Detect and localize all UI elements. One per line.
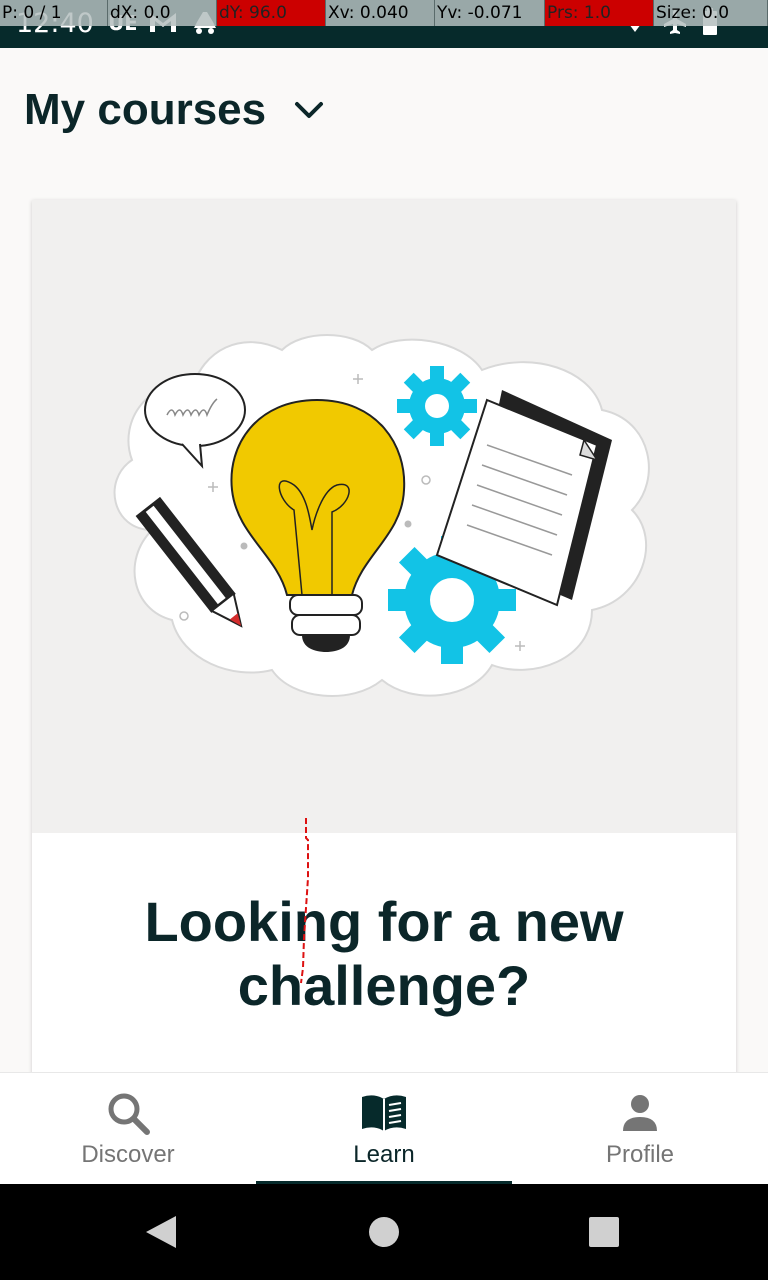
course-suggestion-card[interactable]: Looking for a new challenge? (32, 200, 736, 1080)
lightbulb-illustration (113, 334, 650, 697)
home-icon[interactable] (368, 1184, 400, 1280)
nav-profile[interactable]: Profile (512, 1073, 768, 1185)
status-bar: 12:40 UE P: 0 / 1 dX: 0.0 dY: 96.0 Xv: 0… (0, 0, 768, 48)
touch-trace (300, 818, 309, 984)
debug-size: Size: 0.0 (654, 0, 768, 26)
recents-icon[interactable] (588, 1184, 620, 1280)
bottom-navigation: Discover Learn Profile (0, 1072, 768, 1185)
back-icon[interactable] (144, 1184, 178, 1280)
pointer-debug-overlay: P: 0 / 1 dX: 0.0 dY: 96.0 Xv: 0.040 Yv: … (0, 0, 768, 26)
chevron-down-icon[interactable] (294, 101, 324, 125)
system-navigation-bar (0, 1184, 768, 1280)
debug-pointer-count: P: 0 / 1 (0, 0, 108, 26)
debug-yv: Yv: -0.071 (435, 0, 545, 26)
book-icon (360, 1091, 408, 1135)
search-icon (104, 1091, 152, 1135)
small-gear-icon (397, 366, 477, 446)
debug-dx: dX: 0.0 (108, 0, 217, 26)
nav-discover[interactable]: Discover (0, 1073, 256, 1185)
nav-profile-label: Profile (605, 1141, 675, 1168)
page-title[interactable]: My courses (24, 85, 266, 135)
card-illustration (32, 200, 736, 833)
debug-pressure: Prs: 1.0 (545, 0, 654, 26)
person-icon (620, 1091, 660, 1135)
nav-learn-label: Learn (353, 1141, 415, 1168)
nav-learn[interactable]: Learn (256, 1073, 512, 1185)
debug-xv: Xv: 0.040 (326, 0, 435, 26)
nav-discover-label: Discover (81, 1141, 175, 1168)
card-heading: Looking for a new challenge? (144, 890, 624, 1017)
debug-dy: dY: 96.0 (217, 0, 326, 26)
courses-header[interactable]: My courses (24, 80, 324, 140)
